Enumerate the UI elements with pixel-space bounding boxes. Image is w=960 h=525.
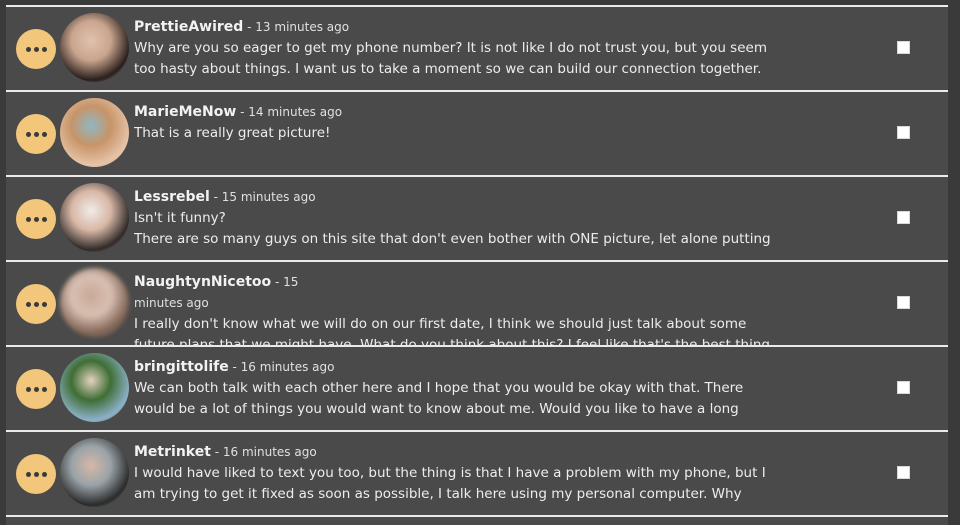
more-options-button[interactable] (16, 29, 56, 69)
username-link[interactable]: NaughtynNicetoo (134, 274, 271, 290)
more-options-button[interactable] (16, 454, 56, 494)
separator: - (243, 20, 256, 34)
more-horizontal-icon-dot (41, 301, 47, 307)
more-horizontal-icon-dot (25, 46, 31, 52)
select-checkbox[interactable] (897, 41, 910, 54)
avatar[interactable] (60, 183, 129, 252)
more-options-button[interactable] (16, 369, 56, 409)
username-link[interactable]: PrettieAwired (134, 19, 243, 35)
more-options-button[interactable] (16, 284, 56, 324)
more-horizontal-icon-dot (25, 471, 31, 477)
message-text: Isn't it funny? There are so many guys o… (134, 210, 771, 247)
select-checkbox[interactable] (897, 211, 910, 224)
message-row[interactable]: bringittolife - 16 minutes ago We can bot… (6, 345, 948, 430)
select-checkbox[interactable] (897, 381, 910, 394)
more-options-button[interactable] (16, 199, 56, 239)
separator: - (236, 105, 249, 119)
username-link[interactable]: bringittolife (134, 359, 229, 375)
more-horizontal-icon-dot (33, 386, 39, 392)
more-options-button[interactable] (16, 114, 56, 154)
message-row[interactable]: PrettieAwired - 13 minutes ago Why are yo… (6, 5, 948, 90)
more-horizontal-icon-dot (25, 216, 31, 222)
more-horizontal-icon-dot (33, 131, 39, 137)
more-horizontal-icon-dot (41, 46, 47, 52)
message-header: Lessrebel - 15 minutes ago (134, 187, 774, 208)
timestamp: 16 minutes ago (240, 360, 335, 374)
message-header: NaughtynNicetoo - 15 minutes ago (134, 272, 344, 314)
more-horizontal-icon-dot (33, 216, 39, 222)
message-row[interactable]: Lessrebel - 15 minutes ago Isn't it funny… (6, 175, 948, 260)
message-content: PrettieAwired - 13 minutes ago Why are yo… (134, 17, 774, 80)
message-content: Lessrebel - 15 minutes ago Isn't it funny… (134, 187, 774, 250)
username-link[interactable]: MarieMeNow (134, 104, 236, 120)
avatar[interactable] (60, 438, 129, 507)
message-list: PrettieAwired - 13 minutes ago Why are yo… (6, 5, 948, 525)
timestamp: 13 minutes ago (255, 20, 350, 34)
more-horizontal-icon-dot (41, 216, 47, 222)
more-horizontal-icon-dot (33, 46, 39, 52)
message-row-partial (6, 515, 948, 525)
separator: - (271, 275, 284, 289)
message-row[interactable]: NaughtynNicetoo - 15 minutes ago I really… (6, 260, 948, 353)
separator: - (210, 445, 223, 459)
more-horizontal-icon-dot (41, 131, 47, 137)
username-link[interactable]: Lessrebel (134, 189, 210, 205)
separator: - (209, 190, 222, 204)
more-horizontal-icon-dot (33, 301, 39, 307)
more-horizontal-icon-dot (25, 386, 31, 392)
select-checkbox[interactable] (897, 126, 910, 139)
message-header: PrettieAwired - 13 minutes ago (134, 17, 774, 38)
avatar[interactable] (60, 13, 129, 82)
avatar[interactable] (60, 353, 129, 422)
message-row[interactable]: Metrinket - 16 minutes ago I would have l… (6, 430, 948, 515)
message-text: That is a really great picture! (134, 125, 331, 141)
message-text: Why are you so eager to get my phone num… (134, 40, 767, 77)
avatar[interactable] (60, 98, 129, 167)
message-header: MarieMeNow - 14 minutes ago (134, 102, 774, 123)
more-horizontal-icon-dot (41, 386, 47, 392)
more-horizontal-icon-dot (25, 301, 31, 307)
message-content: Metrinket - 16 minutes ago I would have l… (134, 442, 774, 505)
message-row[interactable]: MarieMeNow - 14 minutes ago That is a rea… (6, 90, 948, 175)
message-content: NaughtynNicetoo - 15 minutes ago I really… (134, 272, 774, 356)
timestamp: 14 minutes ago (248, 105, 343, 119)
message-text: We can both talk with each other here an… (134, 380, 744, 417)
more-horizontal-icon-dot (33, 471, 39, 477)
avatar[interactable] (60, 268, 129, 337)
message-text: I would have liked to text you too, but … (134, 465, 766, 502)
message-content: MarieMeNow - 14 minutes ago That is a rea… (134, 102, 774, 144)
message-content: bringittolife - 16 minutes ago We can bot… (134, 357, 774, 420)
username-link[interactable]: Metrinket (134, 444, 211, 460)
message-header: Metrinket - 16 minutes ago (134, 442, 774, 463)
timestamp: 15 minutes ago (221, 190, 316, 204)
select-checkbox[interactable] (897, 466, 910, 479)
more-horizontal-icon-dot (25, 131, 31, 137)
separator: - (228, 360, 241, 374)
select-checkbox[interactable] (897, 296, 910, 309)
timestamp: 16 minutes ago (222, 445, 317, 459)
message-header: bringittolife - 16 minutes ago (134, 357, 774, 378)
scrollbar-track[interactable] (948, 0, 960, 522)
more-horizontal-icon-dot (41, 471, 47, 477)
